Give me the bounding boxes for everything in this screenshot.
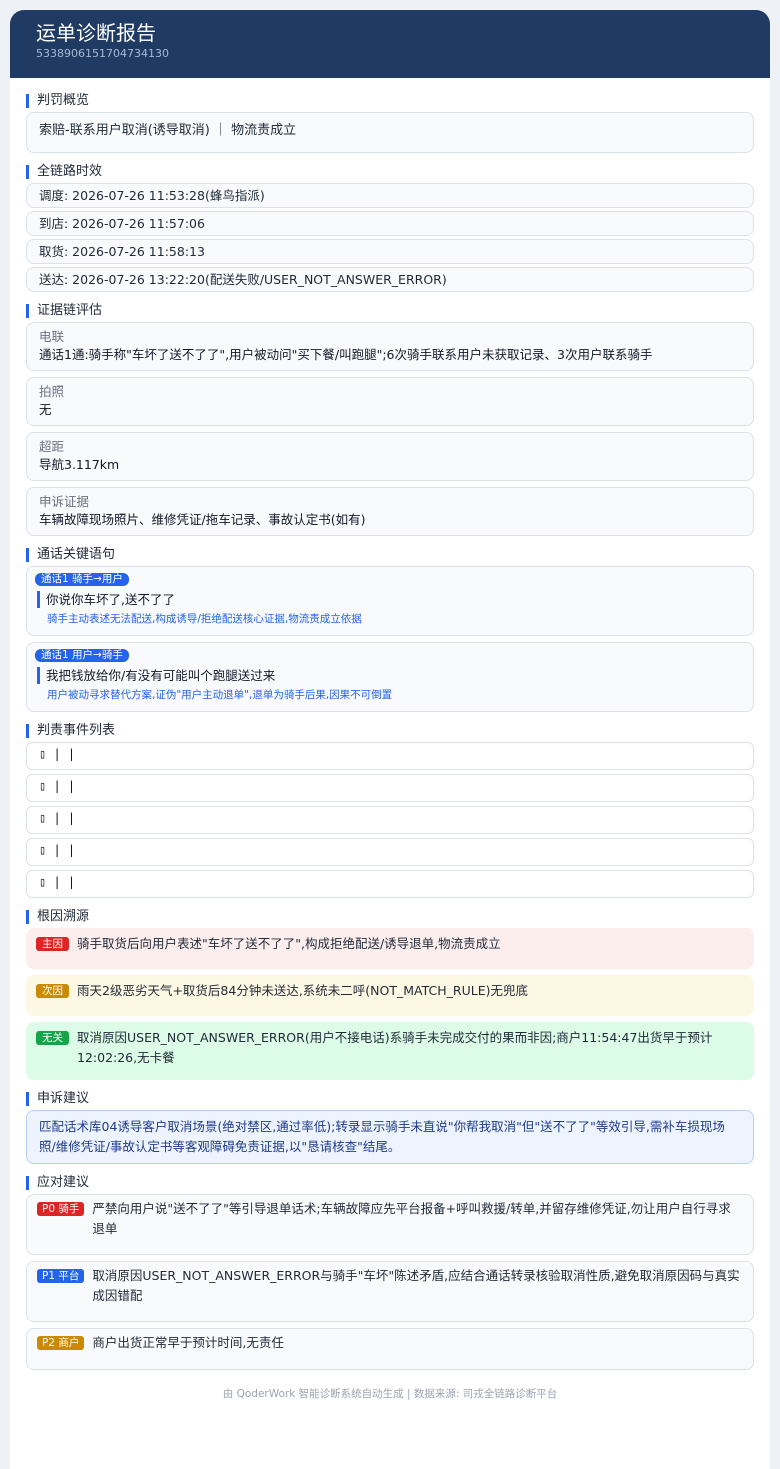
- report-footer: 由 QoderWork 智能诊断系统自动生成 | 数据来源: 司戎全链路诊断平台: [222, 1388, 558, 1400]
- report-body: 判罚概览 索赔-联系用户取消(诱导取消) ｜ 物流责成立 全链路时效 调度: 2…: [10, 78, 770, 1401]
- priority-tag-p2: P2 商户: [37, 1336, 85, 1350]
- event-row[interactable]: ▯ | |: [26, 838, 754, 866]
- appeal-suggestion: 匹配话术库04诱导客户取消场景(绝对禁区,通过率低);转录显示骑手未直说"你帮我…: [26, 1110, 754, 1164]
- call-item: 通话1 骑手→用户 你说你车坏了,送不了了 骑手主动表述无法配送,构成诱导/拒绝…: [26, 566, 754, 636]
- response-item-merchant: P2 商户 商户出货正常早于预计时间,无责任: [26, 1328, 754, 1370]
- call-note: 骑手主动表述无法配送,构成诱导/拒绝配送核心证据,物流责成立依据: [47, 613, 362, 625]
- cause-text: 取消原因USER_NOT_ANSWER_ERROR(用户不接电话)系骑手未完成交…: [77, 1030, 713, 1065]
- timeline-row-arrive: 到店: 2026-07-26 11:57:06: [26, 211, 754, 236]
- evidence-label: 拍照: [39, 384, 65, 399]
- penalty-summary: 索赔-联系用户取消(诱导取消) ｜ 物流责成立: [26, 112, 754, 153]
- evidence-label: 超距: [39, 439, 65, 454]
- response-text: 严禁向用户说"送不了了"等引导退单话术;车辆故障应先平台报备+呼叫救援/转单,并…: [92, 1201, 731, 1236]
- evidence-value: 导航3.117km: [39, 457, 120, 472]
- evidence-item-appeal: 申诉证据 车辆故障现场照片、维修凭证/拖车记录、事故认定书(如有): [26, 487, 754, 536]
- evidence-value: 无: [39, 402, 52, 417]
- evidence-value: 通话1通:骑手称"车坏了送不了了",用户被动问"买下餐/叫跑腿";6次骑手联系用…: [39, 347, 653, 362]
- cause-text: 雨天2级恶劣天气+取货后84分钟未送达,系统未二呼(NOT_MATCH_RULE…: [77, 983, 528, 998]
- section-title-penalty: 判罚概览: [26, 94, 754, 108]
- event-row[interactable]: ▯ | |: [26, 774, 754, 802]
- cause-tag-unrelated: 无关: [36, 1031, 69, 1045]
- call-quote: 我把钱放给你/有没有可能叫个跑腿送过来: [37, 667, 745, 684]
- section-title-events: 判责事件列表: [26, 724, 754, 738]
- priority-tag-p1: P1 平台: [37, 1269, 85, 1283]
- timeline-row-pickup: 取货: 2026-07-26 11:58:13: [26, 239, 754, 264]
- priority-tag-p0: P0 骑手: [37, 1202, 85, 1216]
- section-title-evidence: 证据链评估: [26, 304, 754, 318]
- section-title-calls: 通话关键语句: [26, 548, 754, 562]
- cause-secondary: 次因 雨天2级恶劣天气+取货后84分钟未送达,系统未二呼(NOT_MATCH_R…: [26, 975, 754, 1016]
- call-item: 通话1 用户→骑手 我把钱放给你/有没有可能叫个跑腿送过来 用户被动寻求替代方案…: [26, 642, 754, 712]
- response-item-platform: P1 平台 取消原因USER_NOT_ANSWER_ERROR与骑手"车坏"陈述…: [26, 1261, 754, 1322]
- evidence-item-photo: 拍照 无: [26, 377, 754, 426]
- report-header: 运单诊断报告 5338906151704734130: [10, 10, 770, 78]
- call-direction-badge: 通话1 用户→骑手: [35, 649, 129, 662]
- evidence-item-call: 电联 通话1通:骑手称"车坏了送不了了",用户被动问"买下餐/叫跑腿";6次骑手…: [26, 322, 754, 371]
- evidence-item-distance: 超距 导航3.117km: [26, 432, 754, 481]
- response-text: 商户出货正常早于预计时间,无责任: [92, 1335, 284, 1350]
- call-direction-badge: 通话1 骑手→用户: [35, 573, 129, 586]
- evidence-label: 电联: [39, 329, 65, 344]
- call-quote: 你说你车坏了,送不了了: [37, 591, 745, 608]
- cause-text: 骑手取货后向用户表述"车坏了送不了了",构成拒绝配送/诱导退单,物流责成立: [77, 936, 501, 951]
- event-row[interactable]: ▯ | |: [26, 742, 754, 770]
- response-item-rider: P0 骑手 严禁向用户说"送不了了"等引导退单话术;车辆故障应先平台报备+呼叫救…: [26, 1194, 754, 1255]
- cause-tag-secondary: 次因: [36, 984, 69, 998]
- section-title-timeline: 全链路时效: [26, 165, 754, 179]
- evidence-label: 申诉证据: [39, 494, 90, 509]
- event-row[interactable]: ▯ | |: [26, 806, 754, 834]
- response-text: 取消原因USER_NOT_ANSWER_ERROR与骑手"车坏"陈述矛盾,应结合…: [92, 1268, 740, 1303]
- call-note: 用户被动寻求替代方案,证伪"用户主动退单",退单为骑手后果,因果不可倒置: [47, 689, 393, 701]
- section-title-root-cause: 根因溯源: [26, 910, 754, 924]
- event-row[interactable]: ▯ | |: [26, 870, 754, 898]
- order-id: 5338906151704734130: [36, 47, 169, 60]
- cause-tag-main: 主因: [36, 937, 69, 951]
- page-title: 运单诊断报告: [36, 21, 156, 45]
- report-page: 运单诊断报告 5338906151704734130 判罚概览 索赔-联系用户取…: [10, 10, 770, 1469]
- timeline-row-dispatch: 调度: 2026-07-26 11:53:28(蜂鸟指派): [26, 183, 754, 208]
- evidence-value: 车辆故障现场照片、维修凭证/拖车记录、事故认定书(如有): [39, 512, 366, 527]
- section-title-appeal: 申诉建议: [26, 1092, 754, 1106]
- cause-unrelated: 无关 取消原因USER_NOT_ANSWER_ERROR(用户不接电话)系骑手未…: [26, 1022, 754, 1080]
- section-title-response: 应对建议: [26, 1176, 754, 1190]
- cause-main: 主因 骑手取货后向用户表述"车坏了送不了了",构成拒绝配送/诱导退单,物流责成立: [26, 928, 754, 969]
- timeline-row-deliver: 送达: 2026-07-26 13:22:20(配送失败/USER_NOT_AN…: [26, 267, 754, 292]
